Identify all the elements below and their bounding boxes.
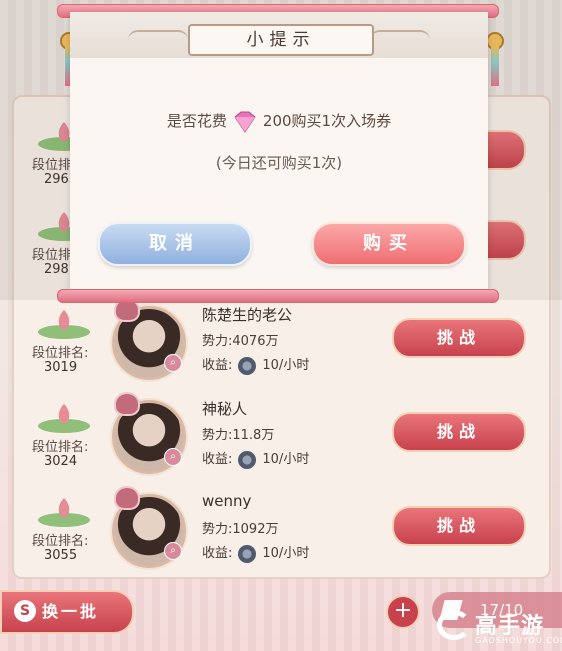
swap-batch-label: 换一批: [42, 602, 100, 621]
dialog-sub-message: (今日还可购买1次): [215, 154, 343, 172]
dialog-message: 是否花费 200购买1次入场券: [70, 110, 488, 133]
diamond-icon: [234, 111, 256, 133]
lotus-icon: [38, 498, 90, 527]
message-suffix: 200购买1次入场券: [262, 112, 392, 130]
vip-badge-icon: [114, 392, 140, 416]
buy-button[interactable]: 购买: [312, 222, 466, 266]
rank-number: 3024: [44, 454, 78, 469]
watermark-domain: GAOSHOUYOU.COM: [475, 636, 562, 645]
player-power: 势力:1092万: [202, 522, 279, 537]
challenge-button[interactable]: 挑战: [392, 318, 526, 358]
income-value: 10/小时: [262, 452, 310, 467]
income-label: 收益:: [202, 452, 233, 467]
player-power: 势力:4076万: [202, 334, 279, 349]
player-name: wenny: [202, 492, 252, 510]
income-value: 10/小时: [262, 546, 310, 561]
challenge-button[interactable]: 挑战: [392, 412, 526, 452]
vip-badge-icon: [114, 486, 140, 510]
dialog-title: 小提示: [246, 30, 316, 50]
rank-number: 3019: [44, 360, 78, 375]
rank-number: 3055: [44, 548, 78, 563]
list-item: 段位排名: 3019 ⌕ 陈楚生的老公 势力:4076万 收益: 10/小时 挑战: [14, 298, 544, 390]
purchase-dialog: 小提示 是否花费 200购买1次入场券 (今日还可购买1次) 取消 购买: [70, 12, 488, 292]
cancel-button[interactable]: 取消: [98, 222, 252, 266]
coin-icon: [238, 450, 257, 469]
player-name: 陈楚生的老公: [202, 306, 293, 324]
rank-label: 段位排名:: [32, 440, 89, 455]
tassel-decoration: [491, 46, 499, 86]
coin-icon: [238, 544, 257, 563]
income-label: 收益:: [202, 546, 233, 561]
player-name: 神秘人: [202, 400, 248, 418]
watermark: 高手游 GAOSHOUYOU.COM: [437, 610, 562, 651]
gaoshouyou-logo-icon: [437, 610, 471, 640]
player-income: 收益: 10/小时: [202, 448, 309, 469]
rank-label: 段位排名:: [32, 534, 89, 549]
coin-icon: [238, 356, 257, 375]
magnify-icon[interactable]: ⌕: [164, 354, 182, 372]
income-label: 收益:: [202, 358, 233, 373]
refresh-icon: S: [14, 600, 36, 622]
player-power: 势力:11.8万: [202, 428, 275, 443]
magnify-icon[interactable]: ⌕: [164, 448, 182, 466]
lotus-icon: [38, 404, 90, 433]
list-item: 段位排名: 3024 ⌕ 神秘人 势力:11.8万 收益: 10/小时 挑战: [14, 392, 544, 484]
cloud-ornament: [370, 30, 430, 46]
lotus-icon: [38, 310, 90, 339]
rank-label: 段位排名:: [32, 346, 89, 361]
cloud-ornament: [128, 30, 188, 46]
magnify-icon[interactable]: ⌕: [164, 542, 182, 560]
player-income: 收益: 10/小时: [202, 354, 309, 375]
challenge-button[interactable]: 挑战: [392, 506, 526, 546]
player-income: 收益: 10/小时: [202, 542, 309, 563]
add-ticket-button[interactable]: +: [386, 595, 420, 629]
message-prefix: 是否花费: [166, 112, 227, 130]
dialog-title-plaque: 小提示: [188, 24, 374, 56]
scroll-rod-bottom: [57, 289, 499, 303]
swap-batch-button[interactable]: S 换一批: [0, 590, 134, 634]
list-item: 段位排名: 3055 ⌕ wenny 势力:1092万 收益: 10/小时 挑战: [14, 486, 544, 578]
income-value: 10/小时: [262, 358, 310, 373]
